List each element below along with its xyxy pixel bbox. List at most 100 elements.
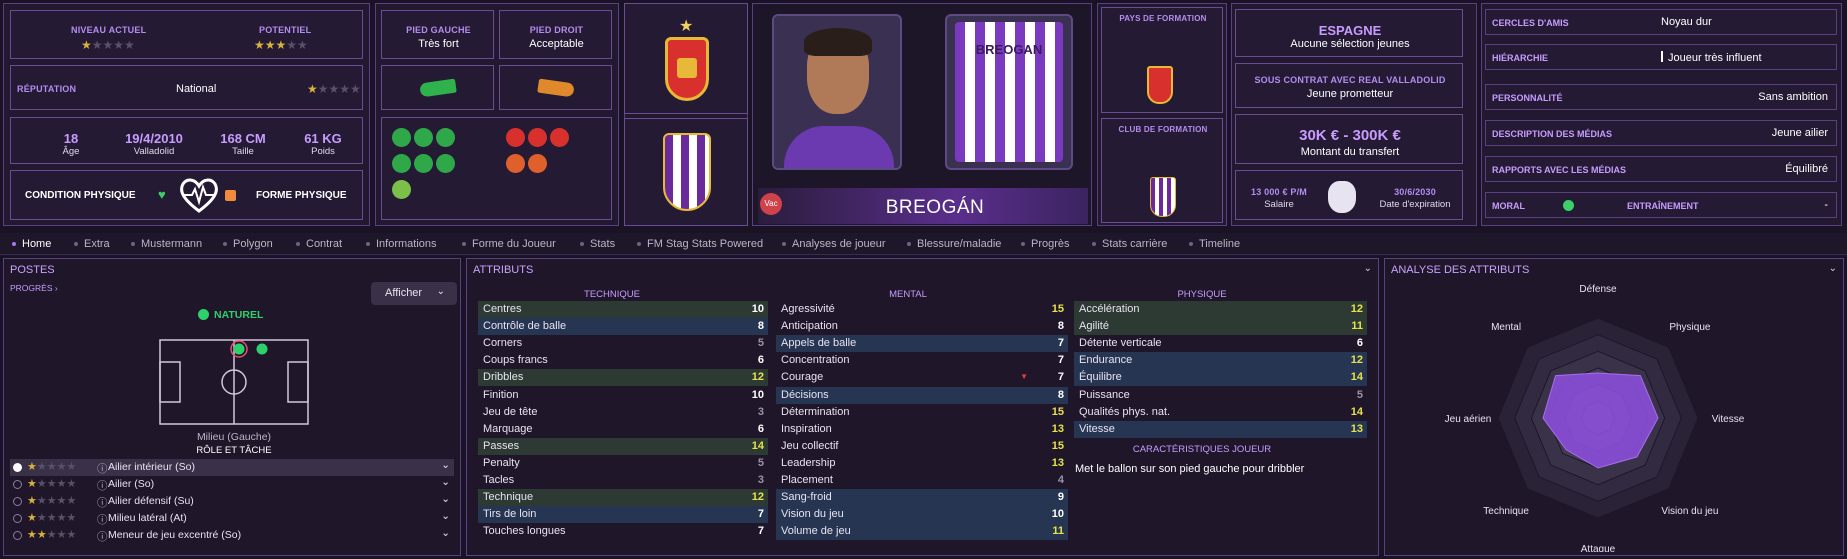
attribute-value: 6	[1356, 337, 1363, 350]
attribute-row[interactable]: Endurance 12	[1074, 352, 1367, 370]
attribute-row[interactable]: Anticipation 8	[776, 318, 1068, 335]
attribute-value: 7	[1057, 371, 1064, 384]
attribute-row[interactable]: Corners 5	[478, 335, 768, 352]
tab-analyses[interactable]: Analyses de joueur	[782, 238, 886, 250]
attribute-row[interactable]: Décisions 8	[776, 386, 1068, 404]
attribute-name: Contrôle de balle	[483, 320, 567, 333]
attribute-row[interactable]: Courage 7 ▼	[776, 369, 1068, 386]
attribute-row[interactable]: Jeu de tête 3	[478, 404, 768, 421]
left-boot-icon	[419, 78, 457, 98]
attribute-row[interactable]: Accélération 12	[1074, 301, 1367, 318]
reputation-value: National	[176, 83, 217, 95]
attribute-row[interactable]: Tirs de loin 7	[478, 506, 768, 524]
attribute-row[interactable]: Volume de jeu 11	[776, 523, 1068, 541]
media-desc-value: Jeune ailier	[1771, 127, 1828, 139]
potential-stars: ★★★★★	[254, 38, 308, 52]
attribute-row[interactable]: Finition 10	[478, 387, 768, 404]
attribute-row[interactable]: Agilité 11	[1074, 318, 1367, 336]
wage-label: Salaire	[1264, 199, 1294, 210]
attribute-name: Penalty	[483, 456, 520, 469]
attribute-row[interactable]: Leadership 13	[776, 455, 1068, 472]
attribute-row[interactable]: Centres 10	[478, 301, 768, 318]
right-foot-box: PIED DROIT Acceptable	[499, 10, 612, 59]
media-desc-row: DESCRIPTION DES MÉDIAS Jeune ailier	[1485, 120, 1837, 146]
tab-extra[interactable]: Extra	[74, 238, 110, 250]
tab-blessure[interactable]: Blessure/maladie	[906, 238, 1001, 250]
attribute-name: Détente verticale	[1079, 337, 1162, 350]
nation-crest-box: ★	[624, 3, 748, 114]
tab-forme[interactable]: Forme du Joueur	[462, 238, 556, 250]
contract-status: Jeune prometteur	[1306, 88, 1394, 100]
attribute-row[interactable]: Détermination 15	[776, 404, 1068, 421]
role-row[interactable]: ★★★★★ ⓘ Ailier intérieur (So) ⌄	[10, 459, 454, 476]
right-boot-icon	[537, 78, 575, 98]
role-row[interactable]: ★★★★★ ⓘ Meneur de jeu excentré (So) ⌄	[10, 527, 454, 544]
dob-block: 19/4/2010 Valladolid	[109, 131, 199, 157]
chevron-down-icon[interactable]: ⌄	[441, 459, 450, 471]
right-boot-box	[499, 65, 612, 110]
chevron-down-icon[interactable]: ⌄	[441, 527, 450, 539]
red-trait-icons	[506, 128, 596, 180]
attribute-row[interactable]: Marquage 6	[478, 421, 768, 438]
attribute-row[interactable]: Dribbles 12	[478, 369, 768, 387]
attribute-row[interactable]: Technique 12	[478, 489, 768, 507]
tab-timeline[interactable]: Timeline	[1188, 238, 1240, 250]
chevron-down-icon[interactable]: ⌄	[1364, 263, 1372, 274]
attribute-row[interactable]: Tacles 3	[478, 472, 768, 489]
reputation-box: RÉPUTATION National ★★★★★	[10, 65, 363, 110]
role-row[interactable]: ★★★★★ ⓘ Ailier (So) ⌄	[10, 476, 454, 493]
role-radio[interactable]	[13, 480, 22, 489]
chevron-down-icon[interactable]: ⌄	[441, 510, 450, 522]
tab-home[interactable]: Home	[11, 238, 51, 250]
role-radio[interactable]	[13, 497, 22, 506]
afficher-button[interactable]: Afficher ⌄	[371, 282, 457, 305]
attribute-row[interactable]: Puissance 5	[1074, 387, 1367, 404]
attribute-row[interactable]: Détente verticale 6	[1074, 335, 1367, 352]
role-radio[interactable]	[13, 463, 22, 472]
progres-link[interactable]: PROGRÈS ›	[10, 283, 58, 293]
attribute-row[interactable]: Agressivité 15	[776, 301, 1068, 318]
role-radio[interactable]	[13, 514, 22, 523]
attribute-row[interactable]: Passes 14	[478, 437, 768, 455]
role-radio[interactable]	[13, 531, 22, 540]
tab-polygon[interactable]: Polygon	[223, 238, 273, 250]
role-name: Ailier (So)	[108, 478, 155, 490]
tab-informations[interactable]: Informations	[366, 238, 437, 250]
hierarchy-text: Joueur très influent	[1668, 52, 1762, 64]
attribute-value: 10	[751, 388, 764, 401]
chevron-down-icon[interactable]: ⌄	[1829, 263, 1837, 274]
attribute-row[interactable]: Jeu collectif 15	[776, 438, 1068, 455]
attribute-row[interactable]: Vitesse 13	[1074, 420, 1367, 438]
attribute-row[interactable]: Vision du jeu 10	[776, 506, 1068, 524]
attribute-row[interactable]: Qualités phys. nat. 14	[1074, 404, 1367, 421]
tab-fm-stag[interactable]: FM Stag Stats Powered	[636, 238, 763, 250]
attribute-row[interactable]: Placement 4	[776, 472, 1068, 489]
attribute-row[interactable]: Coups francs 6	[478, 352, 768, 369]
hierarchy-value: Joueur très influent	[1661, 51, 1762, 64]
attribute-row[interactable]: Penalty 5	[478, 455, 768, 472]
tab-contrat[interactable]: Contrat	[295, 238, 342, 250]
attribute-row[interactable]: Sang-froid 9	[776, 489, 1068, 507]
shirt-card: BREOGAN	[945, 14, 1073, 170]
attribute-row[interactable]: Inspiration 13	[776, 421, 1068, 438]
tab-stats[interactable]: Stats	[579, 238, 615, 250]
attribute-row[interactable]: Équilibre 14	[1074, 369, 1367, 387]
attribute-name: Détermination	[781, 405, 850, 418]
chevron-down-icon[interactable]: ⌄	[441, 476, 450, 488]
attribute-row[interactable]: Contrôle de balle 8	[478, 318, 768, 336]
tab-progres[interactable]: Progrès	[1021, 238, 1070, 250]
attribute-row[interactable]: Concentration 7	[776, 352, 1068, 369]
vac-badge[interactable]: Vac	[760, 193, 782, 215]
chevron-down-icon[interactable]: ⌄	[441, 493, 450, 505]
attribute-row[interactable]: Appels de balle 7	[776, 335, 1068, 353]
personality-value: Sans ambition	[1758, 91, 1828, 103]
star-icon: ★	[679, 18, 694, 35]
tab-mustermann[interactable]: Mustermann	[130, 238, 202, 250]
attribute-name: Marquage	[483, 422, 533, 435]
attribute-value: 3	[757, 405, 764, 418]
role-row[interactable]: ★★★★★ ⓘ Ailier défensif (Su) ⌄	[10, 493, 454, 510]
tab-stats-carriere[interactable]: Stats carrière	[1091, 238, 1167, 250]
attribute-row[interactable]: Touches longues 7	[478, 523, 768, 540]
attribute-value: 3	[757, 474, 764, 486]
role-row[interactable]: ★★★★★ ⓘ Milieu latéral (At) ⌄	[10, 510, 454, 527]
